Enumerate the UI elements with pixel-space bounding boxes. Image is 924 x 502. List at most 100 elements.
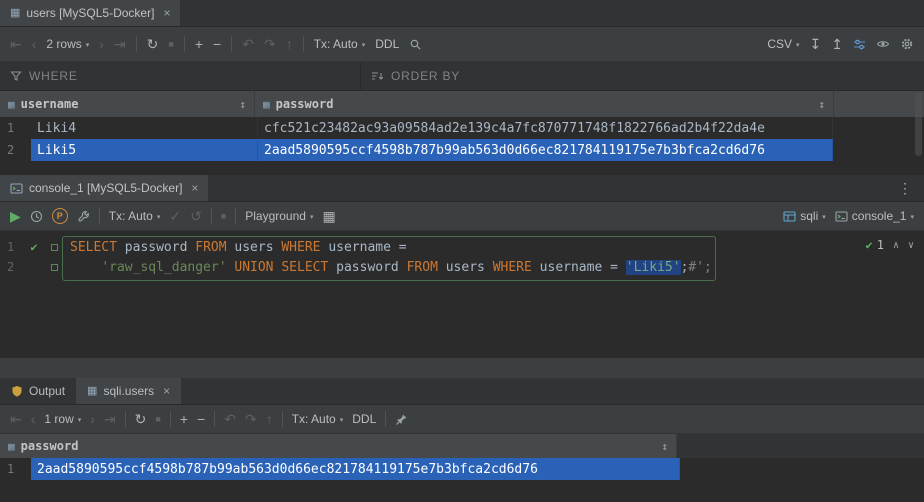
- column-header-username[interactable]: ▦ username ↕: [0, 91, 255, 117]
- column-label: password: [276, 97, 334, 111]
- redo-button[interactable]: ↷: [245, 412, 257, 426]
- browse-tables-icon[interactable]: ▦: [322, 209, 335, 223]
- row-filler: [833, 139, 924, 161]
- close-icon[interactable]: ×: [163, 384, 170, 398]
- gear-icon[interactable]: [900, 37, 914, 51]
- tab-sqli-users[interactable]: ▦ sqli.users ×: [76, 378, 181, 404]
- ddl-button[interactable]: DDL: [352, 412, 376, 426]
- eye-icon[interactable]: [876, 38, 890, 50]
- stop-button[interactable]: ■: [155, 415, 160, 424]
- editor-line[interactable]: 2 'raw_sql_danger' UNION SELECT password…: [0, 257, 924, 277]
- submit-button[interactable]: ↑: [266, 412, 273, 426]
- first-page-button[interactable]: ⇤: [10, 37, 22, 51]
- column-header-password[interactable]: ▦ password ↕: [0, 434, 677, 458]
- add-row-button[interactable]: +: [180, 412, 188, 426]
- order-by-field[interactable]: ORDER BY: [361, 69, 470, 83]
- editor-gutter: 1 ✔: [0, 240, 62, 254]
- row-number: 1: [0, 458, 31, 480]
- session-dropdown[interactable]: console_1 ▾: [835, 209, 914, 223]
- tx-mode-dropdown[interactable]: Tx: Auto ▾: [109, 209, 161, 223]
- column-header-password[interactable]: ▦ password ↕: [255, 91, 834, 117]
- extractor-settings-icon[interactable]: [853, 38, 866, 51]
- submit-button[interactable]: ↑: [286, 37, 293, 51]
- more-options-icon[interactable]: ⋮: [886, 175, 924, 201]
- history-clock-icon[interactable]: [30, 210, 43, 223]
- chevron-down-icon[interactable]: ∨: [908, 240, 914, 251]
- table-row-selected[interactable]: 2 Liki5 2aad5890595ccf4598b787b99ab563d0…: [0, 139, 924, 161]
- import-data-icon[interactable]: ↥: [831, 37, 843, 51]
- page-size-dropdown[interactable]: 2 rows ▾: [46, 37, 89, 51]
- reload-data-button[interactable]: ↻: [147, 37, 159, 51]
- stop-button[interactable]: ■: [221, 212, 226, 221]
- extractor-label: CSV: [767, 37, 792, 51]
- export-data-icon[interactable]: ↧: [810, 37, 822, 51]
- where-filter-field[interactable]: WHERE: [0, 69, 360, 83]
- cell-username[interactable]: Liki4: [31, 117, 258, 139]
- sql-editor[interactable]: 1 ✔ SELECT password FROM users WHERE use…: [0, 231, 924, 357]
- chevron-down-icon: ▾: [310, 213, 314, 221]
- extractor-dropdown[interactable]: CSV ▾: [767, 37, 799, 51]
- rollback-button[interactable]: ↺: [190, 209, 202, 223]
- page-size-dropdown[interactable]: 1 row ▾: [44, 412, 81, 426]
- sql-token: [70, 260, 101, 275]
- commit-button[interactable]: ✓: [169, 209, 181, 223]
- run-button[interactable]: ▶: [10, 209, 21, 223]
- parameters-icon[interactable]: P: [52, 208, 68, 224]
- revert-changes-button[interactable]: ↶: [224, 412, 236, 426]
- next-page-button[interactable]: ›: [99, 37, 104, 51]
- sql-token-highlighted: 'Liki5': [626, 260, 681, 275]
- data-editor-toolbar: ⇤ ‹ 2 rows ▾ › ⇥ ↻ ■ + − ↶ ↷ ↑ Tx: Auto …: [0, 27, 924, 62]
- redo-button[interactable]: ↷: [264, 37, 276, 51]
- sort-toggle-icon[interactable]: ↕: [661, 440, 668, 453]
- tx-mode-dropdown[interactable]: Tx: Auto ▾: [314, 37, 366, 51]
- tab-users-table[interactable]: ▦ users [MySQL5-Docker] ×: [0, 0, 180, 26]
- search-icon[interactable]: [409, 38, 422, 51]
- previous-page-button[interactable]: ‹: [31, 412, 36, 426]
- results-row-selected[interactable]: 1 2aad5890595ccf4598b787b99ab563d0d66ec8…: [0, 458, 924, 480]
- cell-password[interactable]: 2aad5890595ccf4598b787b99ab563d0d66ec821…: [31, 458, 680, 480]
- tab-output[interactable]: Output: [0, 378, 76, 404]
- column-icon: ▦: [263, 98, 270, 111]
- close-icon[interactable]: ×: [191, 181, 198, 195]
- reload-data-button[interactable]: ↻: [135, 412, 147, 426]
- console-icon: [10, 182, 23, 195]
- editor-line[interactable]: 1 ✔ SELECT password FROM users WHERE use…: [0, 237, 924, 257]
- toolbar-separator: [184, 36, 185, 52]
- vertical-scrollbar[interactable]: [915, 92, 922, 156]
- next-page-button[interactable]: ›: [90, 412, 95, 426]
- filter-funnel-icon: [10, 70, 22, 82]
- sort-toggle-icon[interactable]: ↕: [818, 98, 825, 111]
- last-page-button[interactable]: ⇥: [104, 412, 116, 426]
- sql-token: users: [438, 260, 493, 275]
- playground-dropdown[interactable]: Playground ▾: [245, 209, 313, 223]
- chevron-up-icon[interactable]: ∧: [893, 240, 899, 251]
- tx-mode-dropdown[interactable]: Tx: Auto ▾: [292, 412, 344, 426]
- close-icon[interactable]: ×: [163, 6, 170, 20]
- statement-marker: [51, 244, 58, 251]
- schema-dropdown[interactable]: sqli ▾: [783, 209, 826, 223]
- sql-line-1[interactable]: SELECT password FROM users WHERE usernam…: [62, 240, 407, 255]
- pin-tab-icon[interactable]: [395, 413, 408, 426]
- ddl-button[interactable]: DDL: [375, 37, 399, 51]
- chevron-down-icon: ▾: [796, 41, 800, 49]
- add-row-button[interactable]: +: [195, 37, 203, 51]
- previous-page-button[interactable]: ‹: [32, 37, 37, 51]
- sort-toggle-icon[interactable]: ↕: [239, 98, 246, 111]
- table-row[interactable]: 1 Liki4 cfc521c23482ac93a09584ad2e139c4a…: [0, 117, 924, 139]
- wrench-icon[interactable]: [77, 210, 90, 223]
- tab-console[interactable]: console_1 [MySQL5-Docker] ×: [0, 175, 208, 201]
- tab-label: Output: [29, 384, 65, 398]
- cell-username[interactable]: Liki5: [31, 139, 258, 161]
- delete-row-button[interactable]: −: [197, 412, 205, 426]
- delete-row-button[interactable]: −: [213, 37, 221, 51]
- first-page-button[interactable]: ⇤: [10, 412, 22, 426]
- panel-splitter[interactable]: [0, 357, 924, 378]
- last-page-button[interactable]: ⇥: [114, 37, 126, 51]
- stop-button[interactable]: ■: [168, 40, 173, 49]
- sql-line-2[interactable]: 'raw_sql_danger' UNION SELECT password F…: [62, 260, 712, 275]
- revert-changes-button[interactable]: ↶: [242, 37, 254, 51]
- cell-password[interactable]: cfc521c23482ac93a09584ad2e139c4a7fc87077…: [258, 117, 833, 139]
- sql-token: password: [117, 240, 195, 255]
- cell-password[interactable]: 2aad5890595ccf4598b787b99ab563d0d66ec821…: [258, 139, 833, 161]
- column-label: password: [21, 439, 79, 453]
